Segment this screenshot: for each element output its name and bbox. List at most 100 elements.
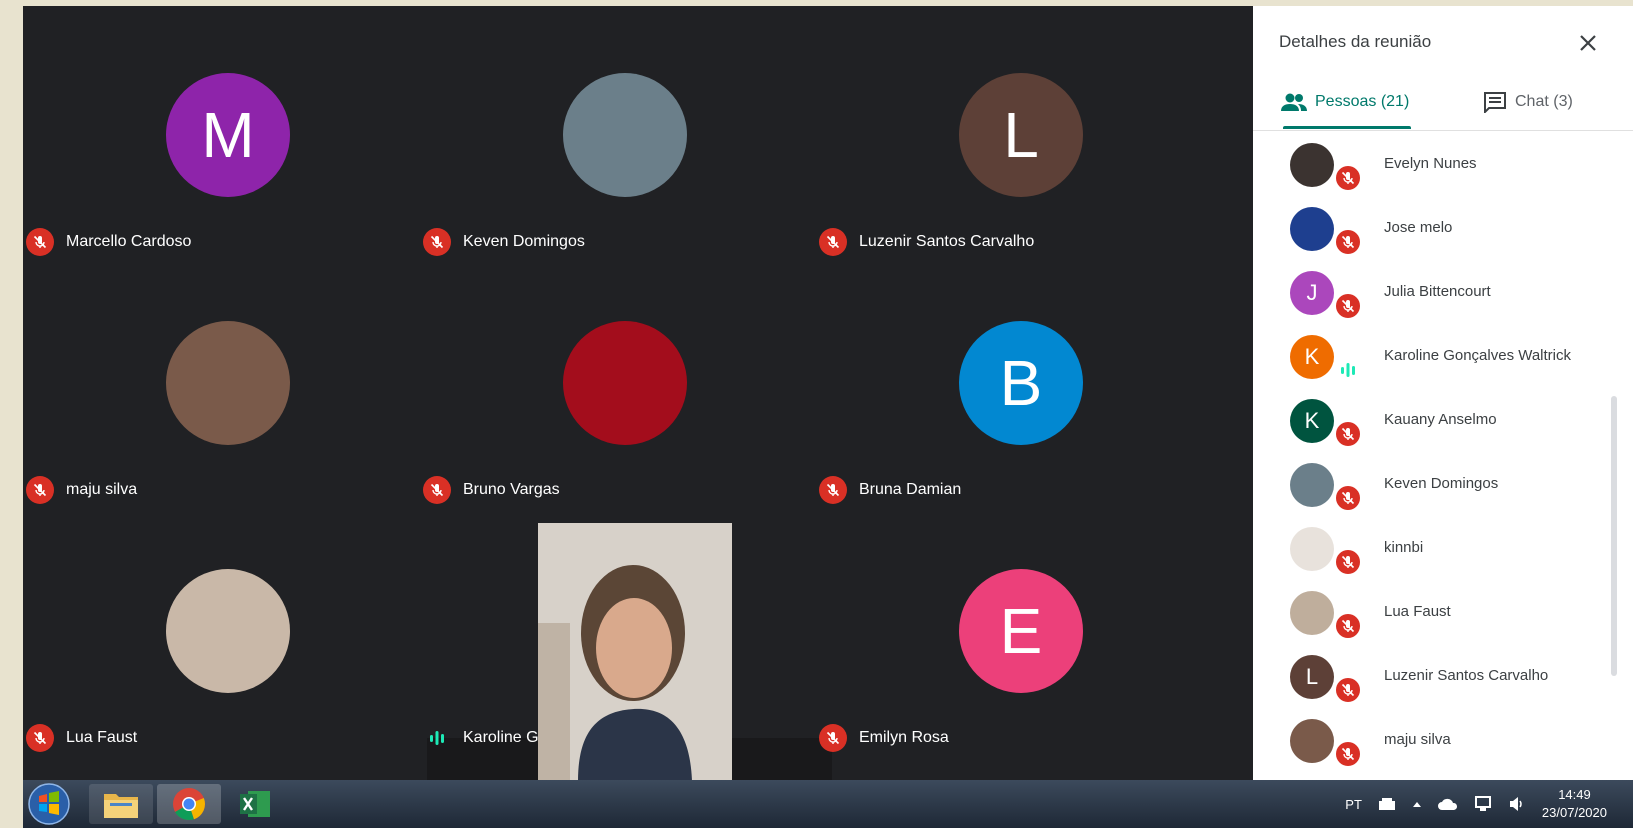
chat-icon: [1484, 92, 1506, 113]
participant-list-scrollbar[interactable]: [1611, 396, 1617, 676]
mic-off-icon: [430, 235, 444, 249]
participant-nameplate: maju silva: [26, 476, 137, 504]
participant-row-luzenir-santos-carvalho[interactable]: L Luzenir Santos Carvalho: [1253, 646, 1613, 712]
participant-avatar: L: [1290, 655, 1334, 699]
participant-list[interactable]: Evelyn Nunes Jose melo J Julia Bittencourt K…: [1253, 131, 1633, 780]
start-button[interactable]: [25, 783, 73, 825]
participant-avatar: M: [166, 73, 290, 197]
taskbar-clock[interactable]: 14:49 23/07/2020: [1542, 786, 1607, 822]
mic-off-icon: [826, 731, 840, 745]
muted-indicator: [1334, 420, 1362, 448]
people-icon: [1281, 93, 1307, 111]
muted-indicator: [1334, 164, 1362, 192]
close-icon: [1580, 35, 1596, 51]
participant-avatar: [166, 321, 290, 445]
mic-off-icon: [33, 483, 47, 497]
participant-name: Emilyn Rosa: [859, 729, 949, 746]
participant-avatar: [166, 569, 290, 693]
participant-name: Lua Faust: [1384, 603, 1451, 620]
chrome-icon: [173, 788, 205, 821]
muted-indicator: [1334, 484, 1362, 512]
tab-chat-label: Chat (3): [1515, 93, 1573, 110]
participant-nameplate: Keven Domingos: [423, 228, 585, 256]
muted-indicator: [1334, 740, 1362, 768]
tab-chat[interactable]: Chat (3): [1483, 88, 1573, 116]
mic-off-icon: [1341, 683, 1355, 697]
mic-off-icon: [1341, 619, 1355, 633]
participant-tile-bruno-vargas[interactable]: Bruno Vargas: [420, 254, 830, 512]
participant-nameplate: Bruno Vargas: [423, 476, 560, 504]
cloud-icon[interactable]: [1437, 798, 1458, 810]
participant-tile-emilyn-rosa[interactable]: E Emilyn Rosa: [816, 502, 1226, 760]
participant-name: Luzenir Santos Carvalho: [859, 233, 1035, 250]
panel-title: Detalhes da reunião: [1279, 32, 1432, 51]
participant-avatar: B: [959, 321, 1083, 445]
mic-off-icon: [1341, 747, 1355, 761]
windows-taskbar: PT 14:49 23/07/2020: [23, 780, 1633, 828]
participant-tile-lua-faust[interactable]: Lua Faust: [23, 502, 433, 760]
participant-avatar: K: [1290, 335, 1334, 379]
clock-date: 23/07/2020: [1541, 805, 1607, 820]
participant-name: Keven Domingos: [1384, 475, 1499, 492]
taskbar-excel[interactable]: [227, 784, 283, 824]
active-tab-indicator: [1283, 126, 1411, 129]
participant-name: Bruno Vargas: [463, 481, 560, 498]
mic-off-icon: [1341, 171, 1355, 185]
participant-tile-maju-silva[interactable]: maju silva: [23, 254, 433, 512]
participant-nameplate: Bruna Damian: [819, 476, 961, 504]
speaking-indicator: [423, 724, 451, 752]
participant-row-lua-faust[interactable]: Lua Faust: [1253, 582, 1613, 648]
windows-start-icon: [28, 783, 70, 825]
mic-off-icon: [430, 483, 444, 497]
participant-tile-keven-domingos[interactable]: Keven Domingos: [420, 6, 830, 264]
participant-avatar: [1290, 591, 1334, 635]
muted-indicator: [423, 476, 451, 504]
participant-tile-bruna-damian[interactable]: B Bruna Damian: [816, 254, 1226, 512]
tab-people-label: Pessoas (21): [1315, 93, 1410, 110]
participant-nameplate: Luzenir Santos Carvalho: [819, 228, 1034, 256]
participant-name: Jose melo: [1384, 219, 1453, 236]
mic-off-icon: [1341, 427, 1355, 441]
participant-nameplate: Marcello Cardoso: [26, 228, 191, 256]
participant-row-kinnbi[interactable]: kinnbi: [1253, 518, 1613, 584]
mic-off-icon: [1341, 555, 1355, 569]
participant-tile-marcello-cardoso[interactable]: M Marcello Cardoso: [23, 6, 433, 264]
folder-icon: [104, 794, 138, 818]
participant-avatar: [1290, 207, 1334, 251]
participant-avatar: [1290, 463, 1334, 507]
participant-row-keven-domingos[interactable]: Keven Domingos: [1253, 454, 1613, 520]
participant-row-kauany-anselmo[interactable]: K Kauany Anselmo: [1253, 390, 1613, 456]
speaker-video[interactable]: [538, 523, 732, 781]
participant-avatar: J: [1290, 271, 1334, 315]
participant-name: Bruna Damian: [859, 481, 962, 498]
participant-name: Kauany Anselmo: [1384, 411, 1497, 428]
muted-indicator: [819, 724, 847, 752]
mic-off-icon: [33, 731, 47, 745]
taskbar-explorer[interactable]: [89, 784, 153, 824]
language-indicator[interactable]: PT: [1345, 797, 1362, 812]
participant-avatar: E: [959, 569, 1083, 693]
participant-row-julia-bittencourt[interactable]: J Julia Bittencourt: [1253, 262, 1613, 328]
participant-tile-luzenir-santos-carvalho[interactable]: L Luzenir Santos Carvalho: [816, 6, 1226, 264]
participant-row-jose-melo[interactable]: Jose melo: [1253, 198, 1613, 264]
mic-off-icon: [826, 235, 840, 249]
taskbar-chrome[interactable]: [157, 784, 221, 824]
mic-off-icon: [33, 235, 47, 249]
muted-indicator: [26, 724, 54, 752]
show-hidden-icons-icon[interactable]: [1412, 800, 1422, 808]
muted-indicator: [1334, 292, 1362, 320]
participant-nameplate: Lua Faust: [26, 724, 137, 752]
participant-name: Julia Bittencourt: [1384, 283, 1491, 300]
muted-indicator: [26, 228, 54, 256]
close-panel-button[interactable]: [1575, 30, 1601, 56]
volume-icon[interactable]: [1508, 796, 1524, 812]
tab-people[interactable]: Pessoas (21): [1281, 88, 1409, 116]
mic-off-icon: [1341, 235, 1355, 249]
participant-name: Marcello Cardoso: [66, 233, 192, 250]
participant-row-karoline-goncalves-waltrick[interactable]: K Karoline Gonçalves Waltrick: [1253, 326, 1613, 392]
participant-row-maju-silva[interactable]: maju silva: [1253, 710, 1613, 776]
network-icon[interactable]: [1474, 796, 1492, 812]
participant-avatar: L: [959, 73, 1083, 197]
participant-row-evelyn-nunes[interactable]: Evelyn Nunes: [1253, 134, 1613, 200]
keyboard-icon[interactable]: [1378, 797, 1396, 811]
